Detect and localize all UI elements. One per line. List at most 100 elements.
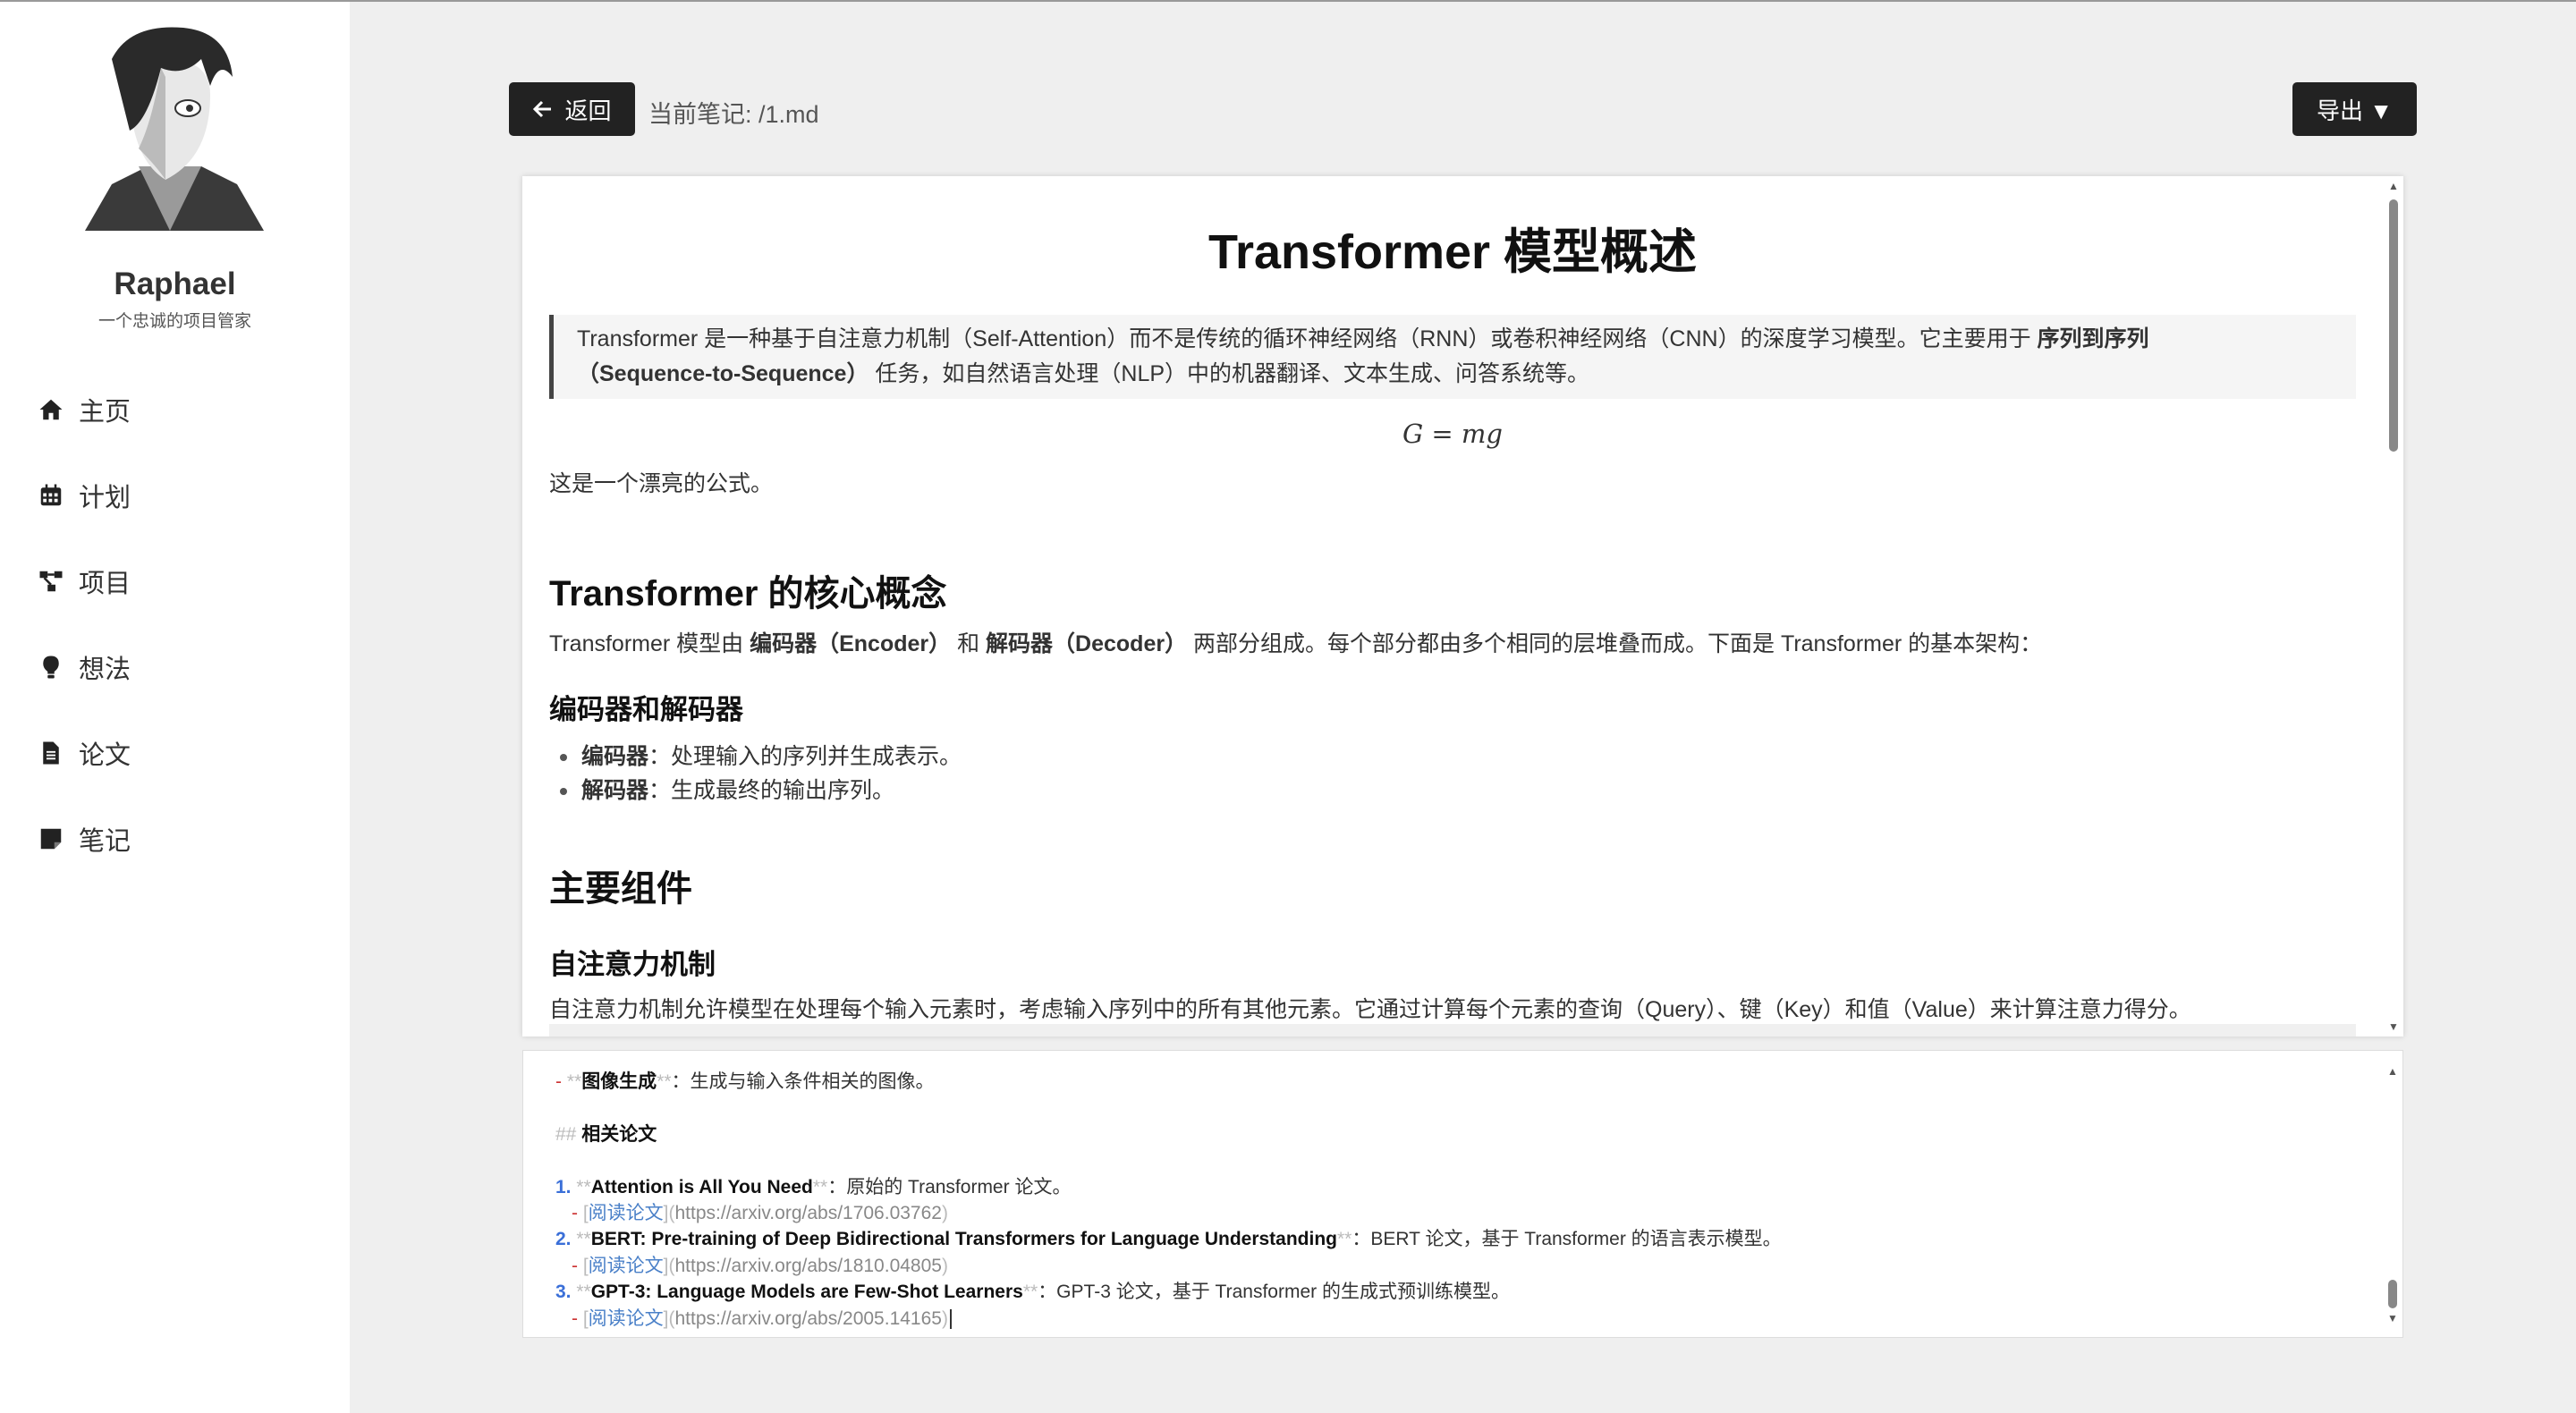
md-syntax: **	[576, 1229, 591, 1250]
scroll-up-arrow[interactable]: ▲	[2386, 1065, 2399, 1078]
profile-subtitle: 一个忠诚的项目管家	[97, 312, 251, 331]
md-syntax: **	[576, 1176, 591, 1197]
sidebar-item-label: 主页	[79, 398, 131, 427]
home-icon	[38, 393, 70, 426]
editor-line: - **图像生成**：生成与输入条件相关的图像。	[555, 1069, 2353, 1095]
scroll-track[interactable]	[2386, 1078, 2399, 1312]
sidebar-item-papers[interactable]: 论文	[38, 710, 131, 796]
core-paragraph: Transformer 模型由 编码器（Encoder） 和 解码器（Decod…	[549, 627, 2356, 662]
list-desc: ：处理输入的序列并生成表示。	[648, 744, 962, 769]
preview-title: Transformer 模型概述	[1208, 225, 1698, 279]
sidebar-item-plan[interactable]: 计划	[38, 453, 131, 538]
scroll-down-arrow[interactable]: ▼	[2386, 1312, 2399, 1324]
markdown-editor[interactable]: - **图像生成**：生成与输入条件相关的图像。 ## 相关论文 1. **At…	[522, 1050, 2403, 1338]
md-syntax: **	[576, 1282, 591, 1303]
editor-scrollbar[interactable]: ▲ ▼	[2386, 1065, 2399, 1324]
window-top-border	[0, 0, 2576, 2]
formula-note: 这是一个漂亮的公式。	[549, 471, 774, 496]
md-list-number: 1.	[555, 1176, 572, 1197]
encoder-decoder-list: 编码器：处理输入的序列并生成表示。 解码器：生成最终的输出序列。	[549, 740, 2356, 808]
lightbulb-icon	[38, 651, 70, 683]
md-syntax: ](	[663, 1202, 675, 1223]
md-syntax: **	[566, 1071, 582, 1092]
md-syntax: )	[941, 1307, 948, 1329]
list-desc: ：生成最终的输出序列。	[648, 778, 895, 803]
md-dash: -	[572, 1202, 583, 1223]
paper-desc: ：原始的 Transformer 论文。	[827, 1176, 1072, 1197]
sidebar-item-label: 项目	[79, 570, 131, 598]
paper-link-text[interactable]: 阅读论文	[589, 1308, 664, 1329]
heading-encoder-decoder: 编码器和解码器	[549, 694, 743, 725]
scroll-track[interactable]	[2387, 192, 2400, 1020]
paper-url: https://arxiv.org/abs/1810.04805	[674, 1255, 942, 1276]
quote-text-end: 任务，如自然语言处理（NLP）中的机器翻译、文本生成、问答系统等。	[869, 361, 1590, 386]
scroll-up-arrow[interactable]: ▲	[2387, 180, 2400, 192]
md-list-number: 3.	[555, 1282, 572, 1303]
heading-main-components: 主要组件	[549, 869, 692, 909]
paper-url: https://arxiv.org/abs/2005.14165	[674, 1307, 942, 1329]
md-text: ：生成与输入条件相关的图像。	[671, 1071, 935, 1092]
md-syntax: ##	[555, 1123, 582, 1145]
editor-line: 3. **GPT-3: Language Models are Few-Shot…	[555, 1279, 2353, 1305]
md-syntax: ](	[663, 1307, 675, 1329]
preview-content: Transformer 模型概述 Transformer 是一种基于自注意力机制…	[549, 176, 2356, 1028]
sidebar-item-home[interactable]: 主页	[38, 367, 131, 453]
md-syntax: )	[941, 1255, 948, 1276]
md-bold-text: 图像生成	[581, 1071, 657, 1092]
editor-line: ## 相关论文	[555, 1121, 2353, 1147]
md-list-number: 2.	[555, 1229, 572, 1250]
md-heading-text: 相关论文	[581, 1123, 657, 1145]
editor-line: 1. **Attention is All You Need**：原始的 Tra…	[555, 1174, 2353, 1200]
scroll-thumb[interactable]	[2389, 199, 2398, 452]
scroll-thumb[interactable]	[2388, 1280, 2397, 1308]
profile-name: Raphael	[114, 267, 236, 301]
paper-title: Attention is All You Need	[590, 1176, 813, 1197]
sidebar-item-notes[interactable]: 笔记	[38, 796, 131, 882]
md-syntax: **	[812, 1176, 828, 1197]
list-item: 编码器：处理输入的序列并生成表示。	[549, 740, 2356, 774]
markdown-preview[interactable]: Transformer 模型概述 Transformer 是一种基于自注意力机制…	[522, 176, 2403, 1036]
sidebar-item-label: 计划	[79, 484, 131, 512]
avatar	[76, 23, 268, 231]
core-text-mid: 和	[951, 631, 987, 656]
back-button[interactable]: 返回	[509, 82, 635, 136]
editor-blank-line	[555, 1095, 2353, 1121]
quote-text: Transformer 是一种基于自注意力机制（Self-Attention）而…	[577, 326, 2038, 351]
note-icon	[38, 823, 70, 855]
project-tree-icon	[38, 565, 70, 597]
export-dropdown-button[interactable]: 导出 ▼	[2292, 82, 2417, 136]
scroll-down-arrow[interactable]: ▼	[2387, 1020, 2400, 1033]
arrow-left-icon	[533, 100, 552, 118]
attention-paragraph: 自注意力机制允许模型在处理每个输入元素时，考虑输入序列中的所有其他元素。它通过计…	[549, 997, 2191, 1022]
md-dash: -	[555, 1071, 567, 1092]
back-button-label: 返回	[564, 97, 612, 124]
sidebar-item-label: 笔记	[79, 827, 131, 856]
sidebar-item-project[interactable]: 项目	[38, 538, 131, 624]
md-syntax: ](	[663, 1255, 675, 1276]
list-term: 解码器	[581, 778, 649, 803]
editor-line: - [阅读论文](https://arxiv.org/abs/1706.0376…	[555, 1200, 2353, 1226]
core-text-end: 两部分组成。每个部分都由多个相同的层堆叠而成。下面是 Transformer 的…	[1187, 631, 2043, 656]
paper-url: https://arxiv.org/abs/1706.03762	[674, 1202, 942, 1223]
math-formula: G = mg	[1402, 419, 1503, 449]
paper-link-text[interactable]: 阅读论文	[589, 1203, 664, 1223]
editor-text[interactable]: - **图像生成**：生成与输入条件相关的图像。 ## 相关论文 1. **At…	[555, 1069, 2353, 1332]
md-syntax: **	[657, 1071, 672, 1092]
list-term: 编码器	[581, 744, 649, 769]
paper-link-text[interactable]: 阅读论文	[589, 1256, 664, 1276]
encoder-bold: 编码器（Encoder）	[750, 631, 952, 656]
current-note-path: 当前笔记: /1.md	[648, 101, 819, 128]
sidebar-item-label: 想法	[79, 656, 131, 684]
sidebar: Raphael 一个忠诚的项目管家 主页 计划 项目 想法 论文 笔记	[0, 2, 350, 1413]
editor-line: - [阅读论文](https://arxiv.org/abs/1810.0480…	[555, 1253, 2353, 1279]
paper-desc: ：BERT 论文，基于 Transformer 的语言表示模型。	[1352, 1229, 1782, 1250]
text-cursor	[949, 1308, 952, 1329]
sidebar-item-ideas[interactable]: 想法	[38, 624, 131, 710]
sidebar-item-label: 论文	[79, 741, 131, 770]
calendar-icon	[38, 479, 70, 512]
document-icon	[38, 737, 70, 769]
md-syntax: **	[1022, 1282, 1038, 1303]
editor-line: 2. **BERT: Pre-training of Deep Bidirect…	[555, 1226, 2353, 1252]
preview-scrollbar[interactable]: ▲ ▼	[2387, 180, 2400, 1033]
code-block-partial	[549, 1024, 2356, 1036]
